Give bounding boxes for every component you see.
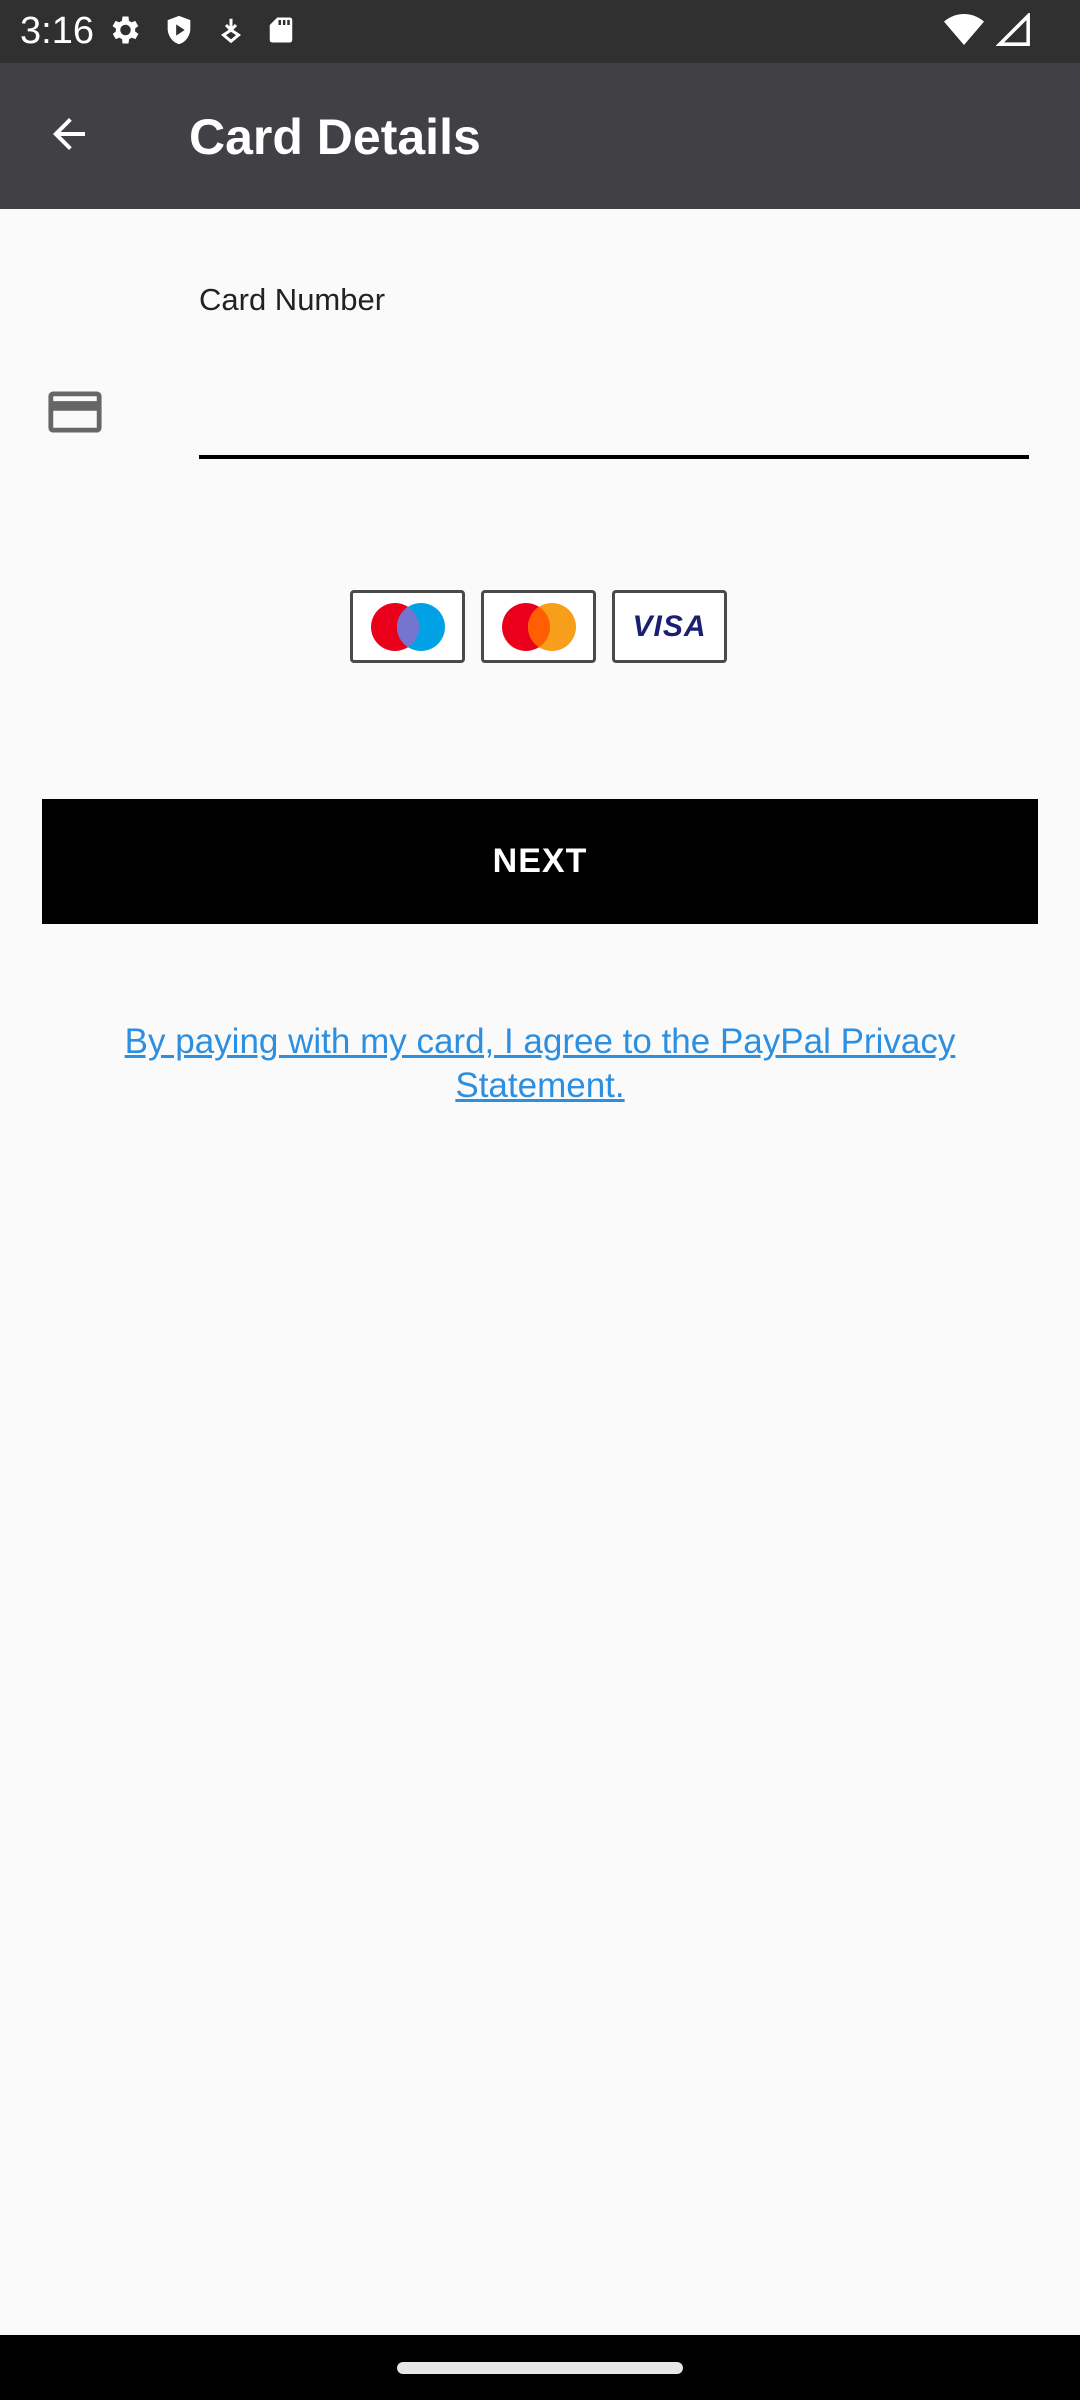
- status-bar: 3:16: [0, 0, 1080, 63]
- status-time: 3:16: [20, 10, 94, 52]
- sd-card-icon: [266, 13, 296, 52]
- visa-logo-text: VISA: [632, 609, 707, 643]
- back-button[interactable]: [34, 101, 104, 171]
- arrow-back-icon: [45, 110, 93, 163]
- next-button[interactable]: NEXT: [42, 799, 1038, 924]
- app-bar: Card Details: [0, 63, 1080, 209]
- visa-logo: VISA: [612, 590, 727, 663]
- card-number-label: Card Number: [199, 282, 386, 317]
- status-icons-left: [106, 12, 296, 52]
- settings-icon: [106, 12, 142, 53]
- privacy-statement-link[interactable]: By paying with my card, I agree to the P…: [90, 1020, 990, 1108]
- signal-icon: [995, 11, 1032, 52]
- maestro-logo: [350, 590, 465, 663]
- home-gesture-handle[interactable]: [397, 2362, 683, 2374]
- download-icon: [216, 14, 246, 51]
- wifi-icon: [944, 13, 984, 52]
- page-title: Card Details: [189, 109, 481, 165]
- card-number-input[interactable]: [199, 349, 1029, 459]
- mastercard-logo: [481, 590, 596, 663]
- shield-icon: [162, 12, 196, 53]
- credit-card-icon: [46, 389, 104, 435]
- navigation-bar: [0, 2335, 1080, 2400]
- card-details-content: Card Number VISA NEXT By paying with my …: [0, 209, 1080, 2335]
- accepted-cards: VISA: [350, 590, 727, 663]
- status-icons-right: [944, 11, 1032, 52]
